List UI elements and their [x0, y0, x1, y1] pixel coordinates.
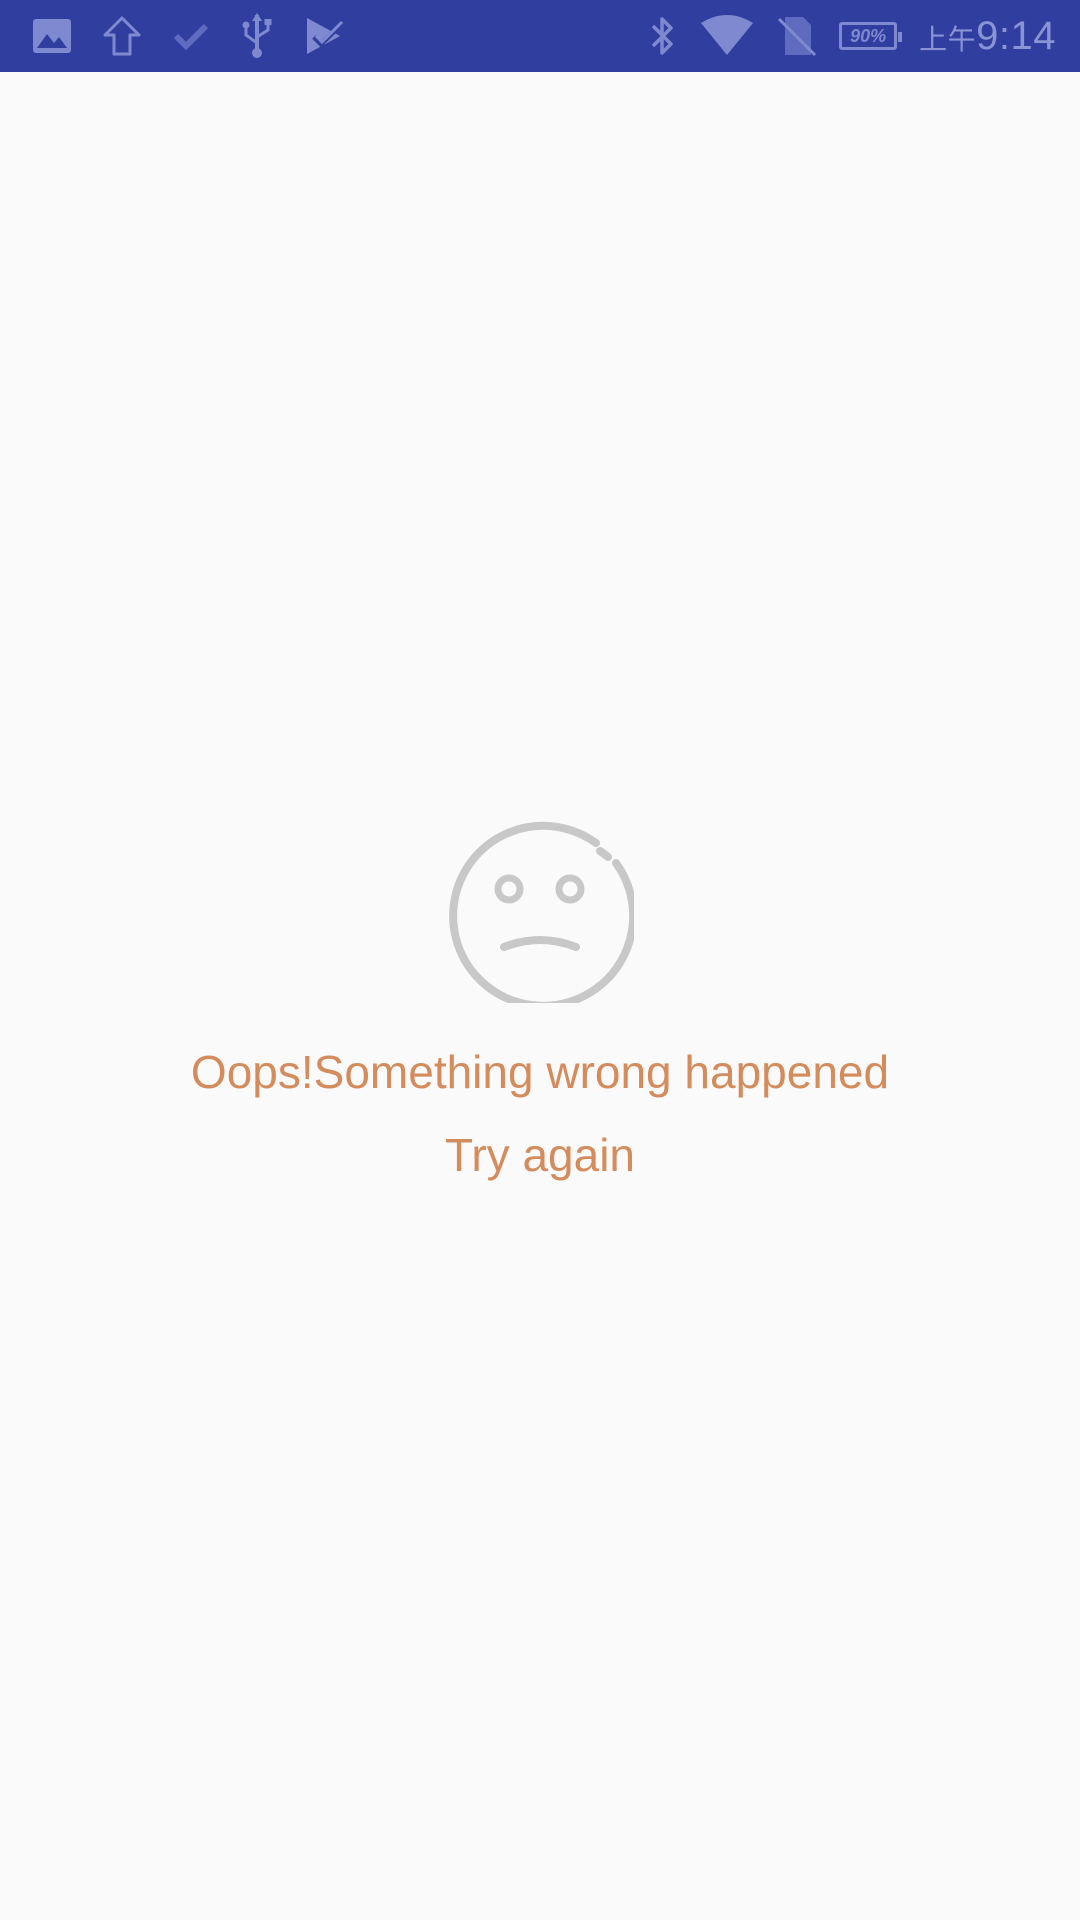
sad-face-icon — [449, 821, 634, 1003]
battery-indicator: 90% — [839, 22, 903, 50]
upload-arrow-icon — [102, 15, 142, 57]
status-bar-right: 90% 上午9:14 — [627, 14, 1056, 59]
check-icon — [172, 21, 210, 51]
bluetooth-icon — [649, 14, 677, 58]
no-sim-icon — [777, 15, 817, 57]
error-message: Oops!Something wrong happened — [190, 1046, 890, 1098]
wifi-icon — [699, 15, 755, 57]
clock: 上午9:14 — [919, 14, 1056, 59]
status-bar: 90% 上午9:14 — [0, 0, 1080, 72]
play-store-check-icon — [304, 16, 346, 56]
status-bar-left — [32, 13, 376, 59]
usb-icon — [240, 13, 274, 59]
clock-time: 9:14 — [976, 13, 1056, 58]
image-icon — [32, 18, 72, 54]
battery-icon: 90% — [839, 22, 903, 50]
clock-period: 上午 — [919, 23, 977, 55]
try-again-button[interactable]: Try again — [420, 1120, 660, 1190]
